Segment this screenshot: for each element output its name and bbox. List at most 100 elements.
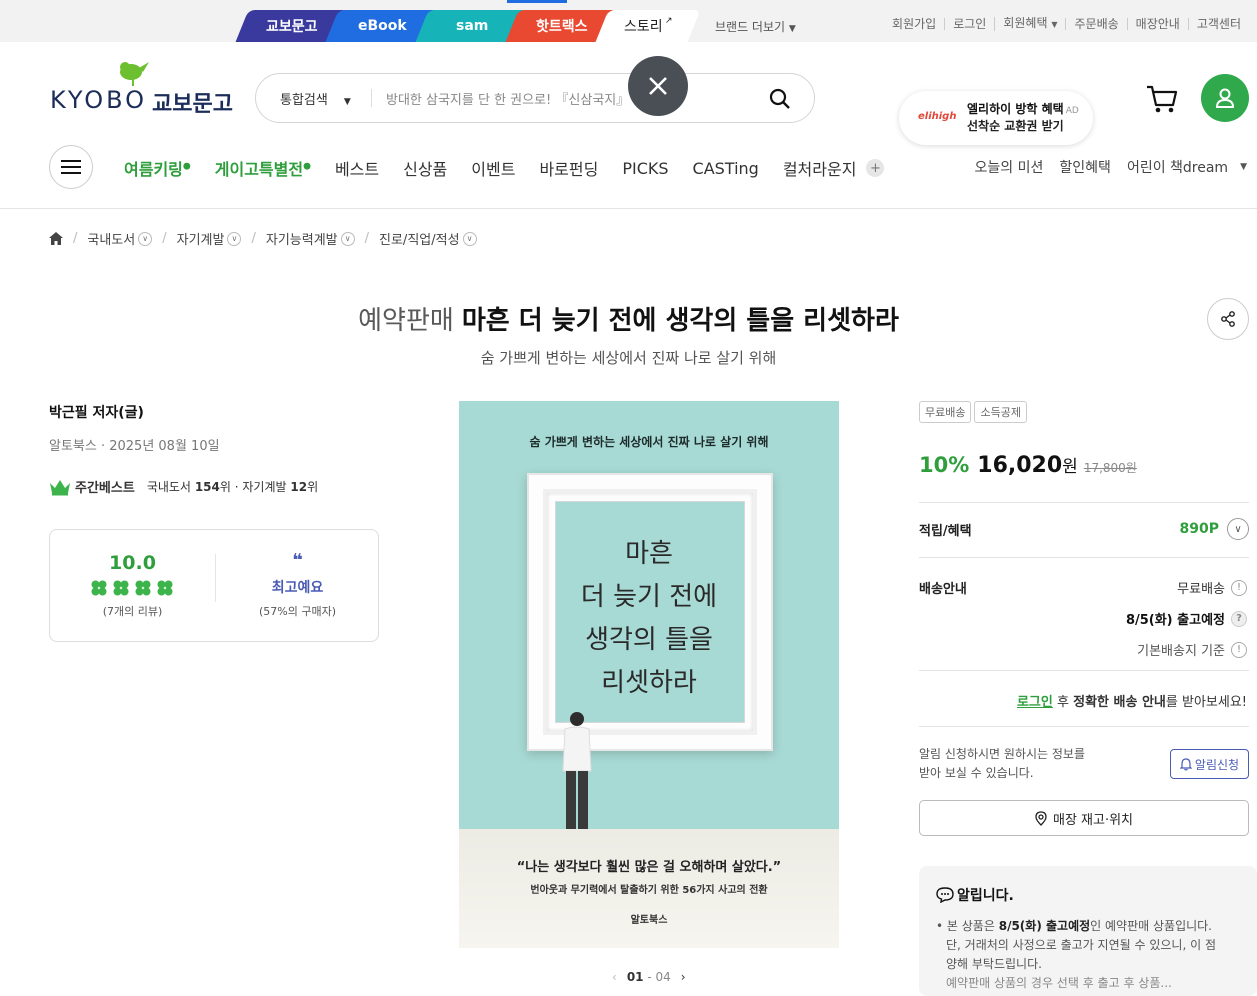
breadcrumb-ability[interactable]: 자기능력계발 ∨ (266, 229, 355, 248)
tab-indicator (507, 0, 567, 3)
login-link[interactable]: 로그인 (944, 18, 994, 30)
caret-down-icon: ▼ (343, 97, 351, 107)
search-category-select[interactable]: 통합검색 ▼ (280, 89, 351, 108)
logo-bird-icon (117, 60, 153, 86)
breadcrumb-self-dev[interactable]: 자기계발 ∨ (177, 229, 242, 248)
clover-icon (113, 580, 129, 596)
search-icon[interactable] (768, 87, 792, 111)
signup-link[interactable]: 회원가입 (884, 18, 944, 30)
login-link[interactable]: 로그인 (1017, 695, 1053, 710)
author-link[interactable]: 박근필 저자(글) (49, 402, 144, 422)
share-button[interactable] (1207, 298, 1249, 340)
cover-publisher: 알토북스 (630, 915, 668, 926)
nav-new[interactable]: 신상품 (403, 156, 447, 180)
chevron-down-icon: ∨ (462, 231, 477, 246)
alert-subscribe-button[interactable]: 알림신청 (1170, 749, 1249, 779)
all-menu-button[interactable] (49, 145, 93, 189)
cover-quote: “나는 생각보다 훨씬 많은 걸 오해하며 살았다.” (516, 860, 782, 875)
chevron-down-icon: ∨ (340, 231, 355, 246)
nav-more-plus-icon[interactable]: + (866, 159, 885, 177)
badge-free-shipping: 무료배송 (919, 401, 972, 423)
order-delivery-link[interactable]: 주문배송 (1065, 18, 1126, 30)
member-benefit-link[interactable]: 회원혜택 ▼ (994, 17, 1065, 31)
cover-quote-sub: 번아웃과 무기력에서 탈출하기 위한 56가지 사고의 전환 (530, 885, 768, 896)
divider (919, 502, 1249, 503)
book-title: 마흔 더 늦기 전에 생각의 틀을 리셋하라 (461, 306, 899, 336)
clover-icon (135, 580, 151, 596)
book-cover-image[interactable]: 숨 가쁘게 변하는 세상에서 진짜 나로 살기 위해 마흔 더 늦기 전에 생각… (459, 401, 839, 948)
close-overlay-button[interactable] (628, 56, 688, 116)
quote-icon: ❝ (292, 550, 303, 571)
bell-icon (1179, 757, 1192, 771)
ad-subtitle: 선착순 교환권 받기 (967, 119, 1064, 133)
my-account-button[interactable] (1201, 74, 1249, 122)
weekly-best-row: 주간베스트 국내도서 154 위 · 자기계발 12 위 (49, 477, 318, 496)
home-icon[interactable] (49, 232, 63, 245)
nav-kids-dream[interactable]: 어린이 책dream (1127, 157, 1228, 177)
hamburger-icon (61, 160, 81, 174)
ad-banner[interactable]: elihigh 엘리하이 방학 혜택 AD 선착순 교환권 받기 (899, 91, 1093, 145)
notice-title: 알립니다. (936, 885, 1014, 905)
delivery-basis[interactable]: 기본배송지 기준! (1137, 640, 1247, 659)
alert-description: 알림 신청하시면 원하시는 정보를 받아 보실 수 있습니다. (919, 747, 1086, 780)
speech-bubble-icon (936, 887, 954, 903)
store-info-link[interactable]: 매장안내 (1126, 18, 1188, 30)
rating-card[interactable]: 10.0 (7개의 리뷰) ❝ 최고예요 (57%의 구매자) (49, 529, 379, 642)
nav-summer-keyring[interactable]: 여름키링● (124, 156, 191, 180)
next-arrow-icon[interactable]: › (681, 970, 686, 984)
caret-down-icon[interactable]: ▼ (1240, 162, 1247, 172)
share-icon (1221, 311, 1235, 327)
search-box: 통합검색 ▼ 방대한 삼국지를 단 한 권으로! 『신삼국지』 (255, 73, 815, 123)
points-value: 890P (1179, 521, 1219, 537)
nav-right: 오늘의 미션 할인혜택 어린이 책dream ▼ (959, 157, 1247, 177)
notice-body: • 본 상품은 8/5(화) 출고예정인 예약판매 상품입니다. 단, 거래처의… (936, 919, 1216, 990)
nav-event[interactable]: 이벤트 (471, 156, 515, 180)
search-input[interactable]: 방대한 삼국지를 단 한 권으로! 『신삼국지』 (386, 89, 636, 108)
main-nav: 여름키링● 게이고특별전● 베스트 신상품 이벤트 바로펀딩 PICKS CAS… (124, 156, 885, 180)
nav-best[interactable]: 베스트 (335, 156, 379, 180)
brand-more-link[interactable]: 브랜드 더보기 ▼ (715, 18, 796, 35)
nav-today-mission[interactable]: 오늘의 미션 (975, 157, 1044, 177)
cover-pager: ‹ 01 - 04 › (612, 970, 686, 984)
chevron-down-icon: ∨ (1227, 518, 1249, 540)
nav-picks[interactable]: PICKS (622, 159, 668, 178)
price-row: 10% 16,020 원 17,800원 (919, 453, 1137, 478)
points-label: 적립/혜택 (919, 524, 972, 539)
customer-center-link[interactable]: 고객센터 (1187, 18, 1249, 30)
nav-discount[interactable]: 할인혜택 (1059, 157, 1111, 177)
cart-icon[interactable] (1145, 83, 1179, 115)
info-icon[interactable]: ! (1231, 641, 1247, 658)
original-price: 17,800원 (1083, 461, 1137, 475)
rating-clovers (90, 580, 176, 596)
cover-figure (562, 712, 592, 829)
info-icon[interactable]: ! (1231, 579, 1247, 596)
delivery-date: 8/5(화) 출고예정? (1126, 609, 1247, 628)
logo-wordmark[interactable]: KYOBO (50, 86, 147, 114)
external-link-icon: ↗ (664, 16, 673, 26)
rating-score: 10.0 (109, 552, 156, 574)
top-utility-bar: 교보문고 eBook sam 핫트랙스 스토리 ↗ 브랜드 더보기 ▼ 회원가입 … (0, 0, 1257, 42)
nav-culture-lounge[interactable]: 컬처라운지 (783, 156, 857, 180)
caret-down-icon: ▼ (788, 24, 796, 34)
prev-arrow-icon[interactable]: ‹ (612, 970, 617, 984)
rating-count: (7개의 리뷰) (102, 605, 163, 618)
help-icon[interactable]: ? (1231, 610, 1247, 627)
nav-casting[interactable]: CASTing (693, 159, 759, 178)
nav-keigo-special[interactable]: 게이고특별전● (215, 156, 311, 180)
tab-story[interactable]: 스토리 ↗ (595, 10, 701, 42)
logo-korean[interactable]: 교보문고 (152, 86, 233, 118)
util-links: 회원가입 로그인 회원혜택 ▼ 주문배송 매장안내 고객센터 (884, 17, 1249, 31)
points-toggle[interactable]: 890P ∨ (1180, 518, 1249, 540)
book-subtitle: 숨 가쁘게 변하는 세상에서 진짜 나로 살기 위해 (480, 349, 777, 367)
store-stock-button[interactable]: 매장 재고·위치 (919, 800, 1249, 836)
crown-icon (50, 479, 70, 495)
breadcrumb-domestic[interactable]: 국내도서 ∨ (87, 229, 153, 248)
breadcrumb-career[interactable]: 진로/직업/적성 ∨ (379, 229, 477, 248)
chevron-down-icon: ∨ (227, 231, 242, 246)
review-percent: (57%의 구매자) (258, 605, 336, 618)
nav-funding[interactable]: 바로펀딩 (539, 156, 598, 180)
user-icon (1215, 88, 1235, 108)
clover-icon (91, 580, 107, 596)
publisher-date: 알토북스 · 2025년 08월 10일 (49, 439, 220, 454)
login-delivery-notice: 로그인 후 정확한 배송 안내를 받아보세요! (1016, 695, 1247, 710)
